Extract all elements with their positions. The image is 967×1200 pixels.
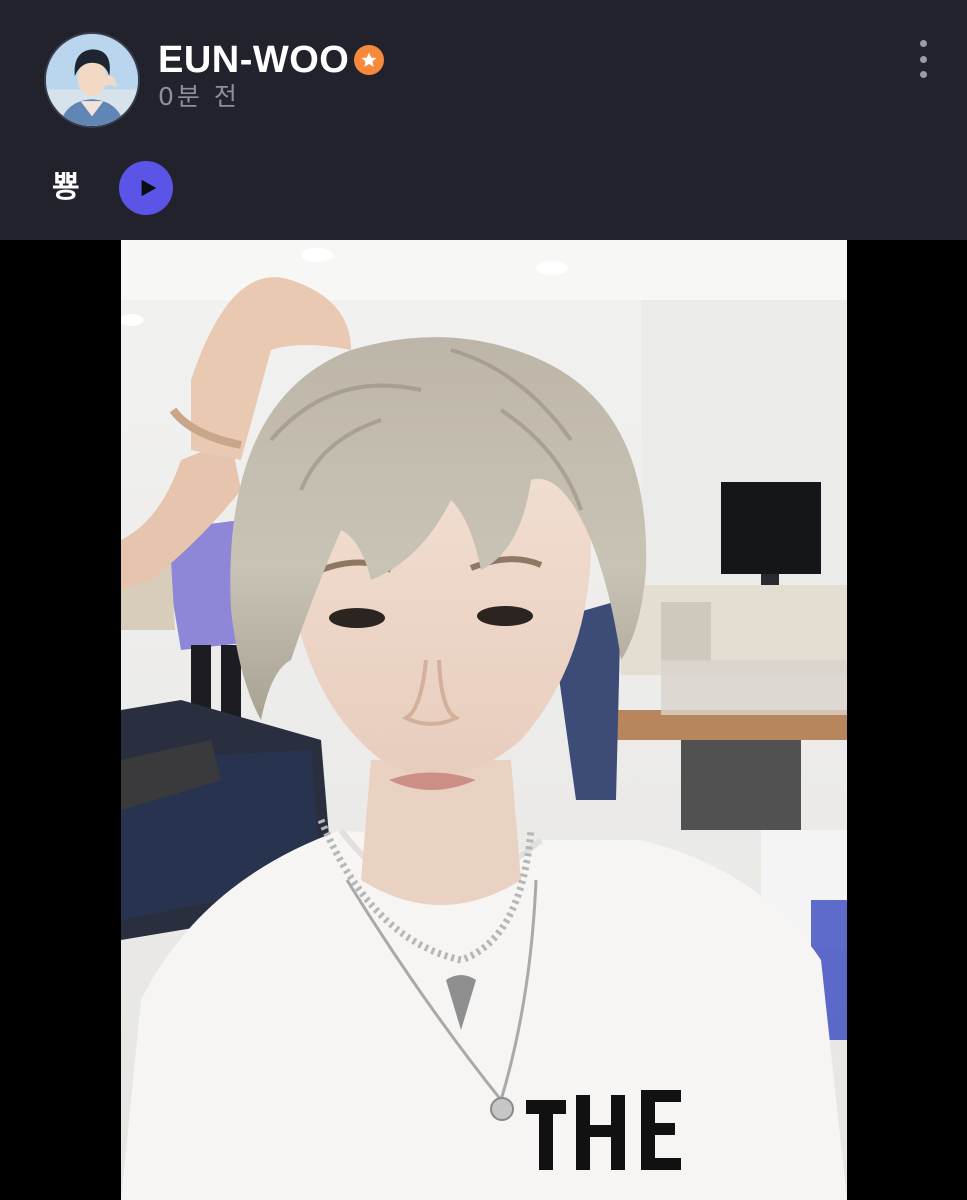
post-photo[interactable] <box>121 240 847 1200</box>
post-text: 뿅 <box>52 170 80 205</box>
post-header: EUN-WOO 0분 전 뿅 <box>0 0 967 240</box>
selfie-image <box>121 240 847 1200</box>
author-name[interactable]: EUN-WOO <box>158 38 349 82</box>
more-dot-icon <box>919 55 927 63</box>
play-icon <box>141 179 156 197</box>
more-dot-icon <box>919 40 927 47</box>
more-dot-icon <box>919 71 927 78</box>
author-avatar[interactable] <box>44 32 140 128</box>
post-timestamp: 0분 전 <box>158 82 240 111</box>
avatar-image <box>46 34 138 126</box>
post-media <box>0 240 967 1200</box>
more-options-button[interactable] <box>906 36 940 82</box>
play-voice-button[interactable] <box>119 161 173 215</box>
verified-star-icon <box>354 45 384 75</box>
